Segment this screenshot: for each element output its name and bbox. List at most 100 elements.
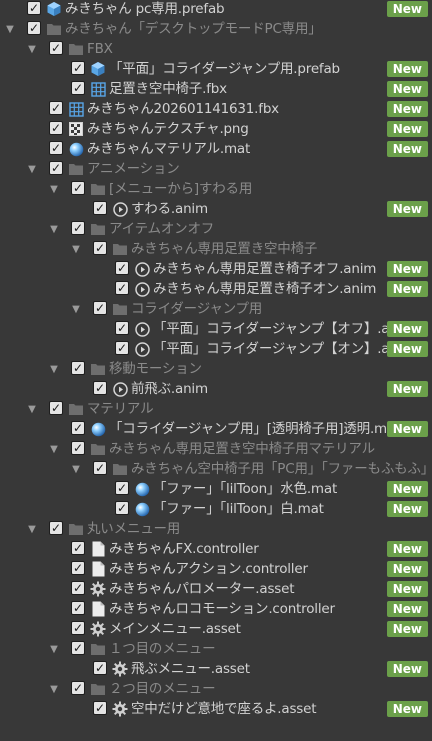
tree-folder-row[interactable]: ▼ ✓ コライダージャンプ用 xyxy=(0,299,432,319)
include-checkbox[interactable]: ✓ xyxy=(115,321,129,335)
include-checkbox[interactable]: ✓ xyxy=(93,381,107,395)
tree-item-label: みきちゃん pc専用.prefab xyxy=(65,1,225,17)
include-checkbox[interactable]: ✓ xyxy=(27,21,41,35)
include-checkbox[interactable]: ✓ xyxy=(115,481,129,495)
tree-folder-row[interactable]: ▼ ✓ みきちゃん「デスクトップモードPC専用」 xyxy=(0,19,432,39)
tree-asset-row[interactable]: ✓ 「平面」コライダージャンプ【オフ】.anim New xyxy=(0,319,432,339)
include-checkbox[interactable]: ✓ xyxy=(115,501,129,515)
include-checkbox[interactable]: ✓ xyxy=(93,701,107,715)
tree-item-label: みきちゃんテクスチャ.png xyxy=(87,121,249,137)
expand-arrow-icon[interactable]: ▼ xyxy=(48,219,60,239)
tree-asset-row[interactable]: ✓ みきちゃん pc専用.prefab New xyxy=(0,0,432,19)
tree-asset-row[interactable]: ✓ 足置き空中椅子.fbx New xyxy=(0,79,432,99)
tree-asset-row[interactable]: ✓ みきちゃん専用足置き椅子オン.anim New xyxy=(0,279,432,299)
tree-asset-row[interactable]: ✓ 「ファー」「lilToon」白.mat New xyxy=(0,499,432,519)
expand-arrow-icon[interactable]: ▼ xyxy=(26,399,38,419)
include-checkbox[interactable]: ✓ xyxy=(49,161,63,175)
tree-item-label: FBX xyxy=(87,41,113,57)
include-checkbox[interactable]: ✓ xyxy=(49,521,63,535)
tree-item-label: みきちゃん202601141631.fbx xyxy=(87,101,279,117)
expand-arrow-icon[interactable]: ▼ xyxy=(26,519,38,539)
new-badge: New xyxy=(386,621,428,637)
tree-asset-row[interactable]: ✓ みきちゃん専用足置き椅子オフ.anim New xyxy=(0,259,432,279)
include-checkbox[interactable]: ✓ xyxy=(71,561,85,575)
new-badge: New xyxy=(386,201,428,217)
tree-asset-row[interactable]: ✓ 「平面」コライダージャンプ【オン】.anim New xyxy=(0,339,432,359)
include-checkbox[interactable]: ✓ xyxy=(93,201,107,215)
include-checkbox[interactable]: ✓ xyxy=(49,121,63,135)
tree-asset-row[interactable]: ✓ みきちゃんパロメーター.asset New xyxy=(0,579,432,599)
include-checkbox[interactable]: ✓ xyxy=(49,101,63,115)
tree-asset-row[interactable]: ✓ 「ファー」「lilToon」水色.mat New xyxy=(0,479,432,499)
expand-arrow-icon[interactable]: ▼ xyxy=(48,359,60,379)
include-checkbox[interactable]: ✓ xyxy=(71,541,85,555)
include-checkbox[interactable]: ✓ xyxy=(71,681,85,695)
expand-arrow-icon[interactable]: ▼ xyxy=(48,639,60,659)
include-checkbox[interactable]: ✓ xyxy=(115,281,129,295)
tree-asset-row[interactable]: ✓ みきちゃんロコモーション.controller New xyxy=(0,599,432,619)
expand-arrow-icon[interactable]: ▼ xyxy=(70,299,82,319)
expand-arrow-icon[interactable]: ▼ xyxy=(48,679,60,699)
tree-asset-row[interactable]: ✓ 前飛ぶ.anim New xyxy=(0,379,432,399)
new-badge: New xyxy=(386,661,428,677)
tree-asset-row[interactable]: ✓ みきちゃんFX.controller New xyxy=(0,539,432,559)
expand-arrow-icon[interactable]: ▼ xyxy=(26,39,38,59)
tree-asset-row[interactable]: ✓ 飛ぶメニュー.asset New xyxy=(0,659,432,679)
include-checkbox[interactable]: ✓ xyxy=(71,181,85,195)
tree-folder-row[interactable]: ▼ ✓ [メニューから]すわる用 xyxy=(0,179,432,199)
include-checkbox[interactable]: ✓ xyxy=(71,61,85,75)
tree-folder-row[interactable]: ▼ ✓ みきちゃん専用足置き空中椅子 xyxy=(0,239,432,259)
include-checkbox[interactable]: ✓ xyxy=(71,81,85,95)
tree-item-label: 前飛ぶ.anim xyxy=(131,381,208,397)
tree-asset-row[interactable]: ✓ みきちゃんテクスチャ.png New xyxy=(0,119,432,139)
tree-asset-row[interactable]: ✓ みきちゃん202601141631.fbx New xyxy=(0,99,432,119)
tree-asset-row[interactable]: ✓ 「コライダージャンプ用」[透明椅子用]透明.mat New xyxy=(0,419,432,439)
include-checkbox[interactable]: ✓ xyxy=(115,341,129,355)
include-checkbox[interactable]: ✓ xyxy=(71,601,85,615)
new-badge: New xyxy=(386,61,428,77)
include-checkbox[interactable]: ✓ xyxy=(71,421,85,435)
tree-asset-row[interactable]: ✓ 「平面」コライダージャンプ用.prefab New xyxy=(0,59,432,79)
tree-folder-row[interactable]: ▼ ✓ ２つ目のメニュー xyxy=(0,679,432,699)
include-checkbox[interactable]: ✓ xyxy=(93,241,107,255)
material-icon xyxy=(134,501,150,517)
expand-arrow-icon[interactable]: ▼ xyxy=(70,239,82,259)
tree-folder-row[interactable]: ▼ ✓ マテリアル xyxy=(0,399,432,419)
tree-folder-row[interactable]: ▼ ✓ 丸いメニュー用 xyxy=(0,519,432,539)
include-checkbox[interactable]: ✓ xyxy=(71,621,85,635)
expand-arrow-icon[interactable]: ▼ xyxy=(48,439,60,459)
tree-folder-row[interactable]: ▼ ✓ みきちゃん専用足置き空中椅子用マテリアル xyxy=(0,439,432,459)
include-checkbox[interactable]: ✓ xyxy=(49,401,63,415)
tree-asset-row[interactable]: ✓ 空中だけど意地で座るよ.asset New xyxy=(0,699,432,719)
include-checkbox[interactable]: ✓ xyxy=(71,221,85,235)
include-checkbox[interactable]: ✓ xyxy=(49,41,63,55)
include-checkbox[interactable]: ✓ xyxy=(115,261,129,275)
include-checkbox[interactable]: ✓ xyxy=(71,441,85,455)
expand-arrow-icon[interactable]: ▼ xyxy=(4,19,16,39)
include-checkbox[interactable]: ✓ xyxy=(71,641,85,655)
tree-asset-row[interactable]: ✓ すわる.anim New xyxy=(0,199,432,219)
tree-folder-row[interactable]: ▼ ✓ アニメーション xyxy=(0,159,432,179)
tree-folder-row[interactable]: ▼ ✓ １つ目のメニュー xyxy=(0,639,432,659)
tree-asset-row[interactable]: ✓ みきちゃんマテリアル.mat New xyxy=(0,139,432,159)
folder-icon xyxy=(90,181,106,197)
expand-arrow-icon[interactable]: ▼ xyxy=(70,459,82,479)
tree-folder-row[interactable]: ▼ ✓ 移動モーション xyxy=(0,359,432,379)
tree-asset-row[interactable]: ✓ みきちゃんアクション.controller New xyxy=(0,559,432,579)
include-checkbox[interactable]: ✓ xyxy=(27,1,41,15)
include-checkbox[interactable]: ✓ xyxy=(71,581,85,595)
material-icon xyxy=(90,421,106,437)
tree-folder-row[interactable]: ▼ ✓ みきちゃん空中椅子用「PC用」「ファーもふもふ」 xyxy=(0,459,432,479)
tree-folder-row[interactable]: ▼ ✓ アイテムオンオフ xyxy=(0,219,432,239)
include-checkbox[interactable]: ✓ xyxy=(93,661,107,675)
include-checkbox[interactable]: ✓ xyxy=(49,141,63,155)
include-checkbox[interactable]: ✓ xyxy=(93,301,107,315)
expand-arrow-icon[interactable]: ▼ xyxy=(26,159,38,179)
tree-folder-row[interactable]: ▼ ✓ FBX xyxy=(0,39,432,59)
tree-asset-row[interactable]: ✓ メインメニュー.asset New xyxy=(0,619,432,639)
new-badge: New xyxy=(386,421,428,437)
expand-arrow-icon[interactable]: ▼ xyxy=(48,179,60,199)
include-checkbox[interactable]: ✓ xyxy=(93,461,107,475)
include-checkbox[interactable]: ✓ xyxy=(71,361,85,375)
new-badge: New xyxy=(386,1,428,17)
